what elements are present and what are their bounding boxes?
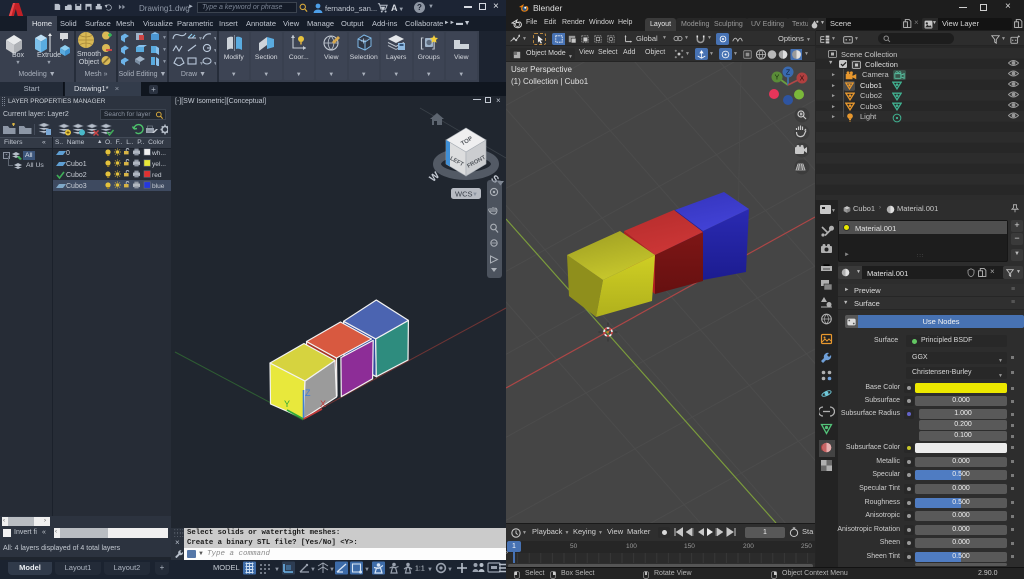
svg-text:Z: Z	[786, 70, 791, 77]
svg-text:▼: ▼	[364, 567, 370, 573]
svg-text:▼: ▼	[329, 567, 335, 573]
svg-text:1:1: 1:1	[415, 566, 425, 573]
svg-text:X: X	[800, 76, 805, 83]
svg-text:▼: ▼	[199, 61, 204, 66]
svg-text:WCS: WCS	[455, 190, 473, 199]
svg-text:▼: ▼	[213, 48, 216, 54]
svg-text:▼: ▼	[447, 567, 453, 573]
svg-text:▼: ▼	[162, 59, 166, 65]
svg-text:Y: Y	[284, 399, 290, 409]
svg-text:▼: ▼	[213, 61, 216, 66]
svg-text:▼: ▼	[472, 192, 478, 198]
svg-text:▼: ▼	[162, 35, 166, 41]
svg-text:Y: Y	[775, 75, 780, 82]
svg-text:Z: Z	[305, 388, 311, 398]
svg-text:▼: ▼	[427, 567, 433, 573]
svg-text:▼: ▼	[274, 567, 280, 573]
svg-text:▼: ▼	[213, 36, 216, 42]
svg-text:(1) Collection | Cubo1: (1) Collection | Cubo1	[511, 77, 589, 86]
svg-text:[: [	[420, 35, 424, 50]
svg-text:X: X	[320, 399, 326, 409]
svg-text:▼: ▼	[310, 567, 316, 573]
svg-text:▼: ▼	[198, 36, 203, 42]
svg-text:▼: ▼	[831, 208, 835, 214]
svg-text:User Perspective: User Perspective	[511, 65, 572, 74]
svg-text:▼: ▼	[162, 47, 166, 53]
